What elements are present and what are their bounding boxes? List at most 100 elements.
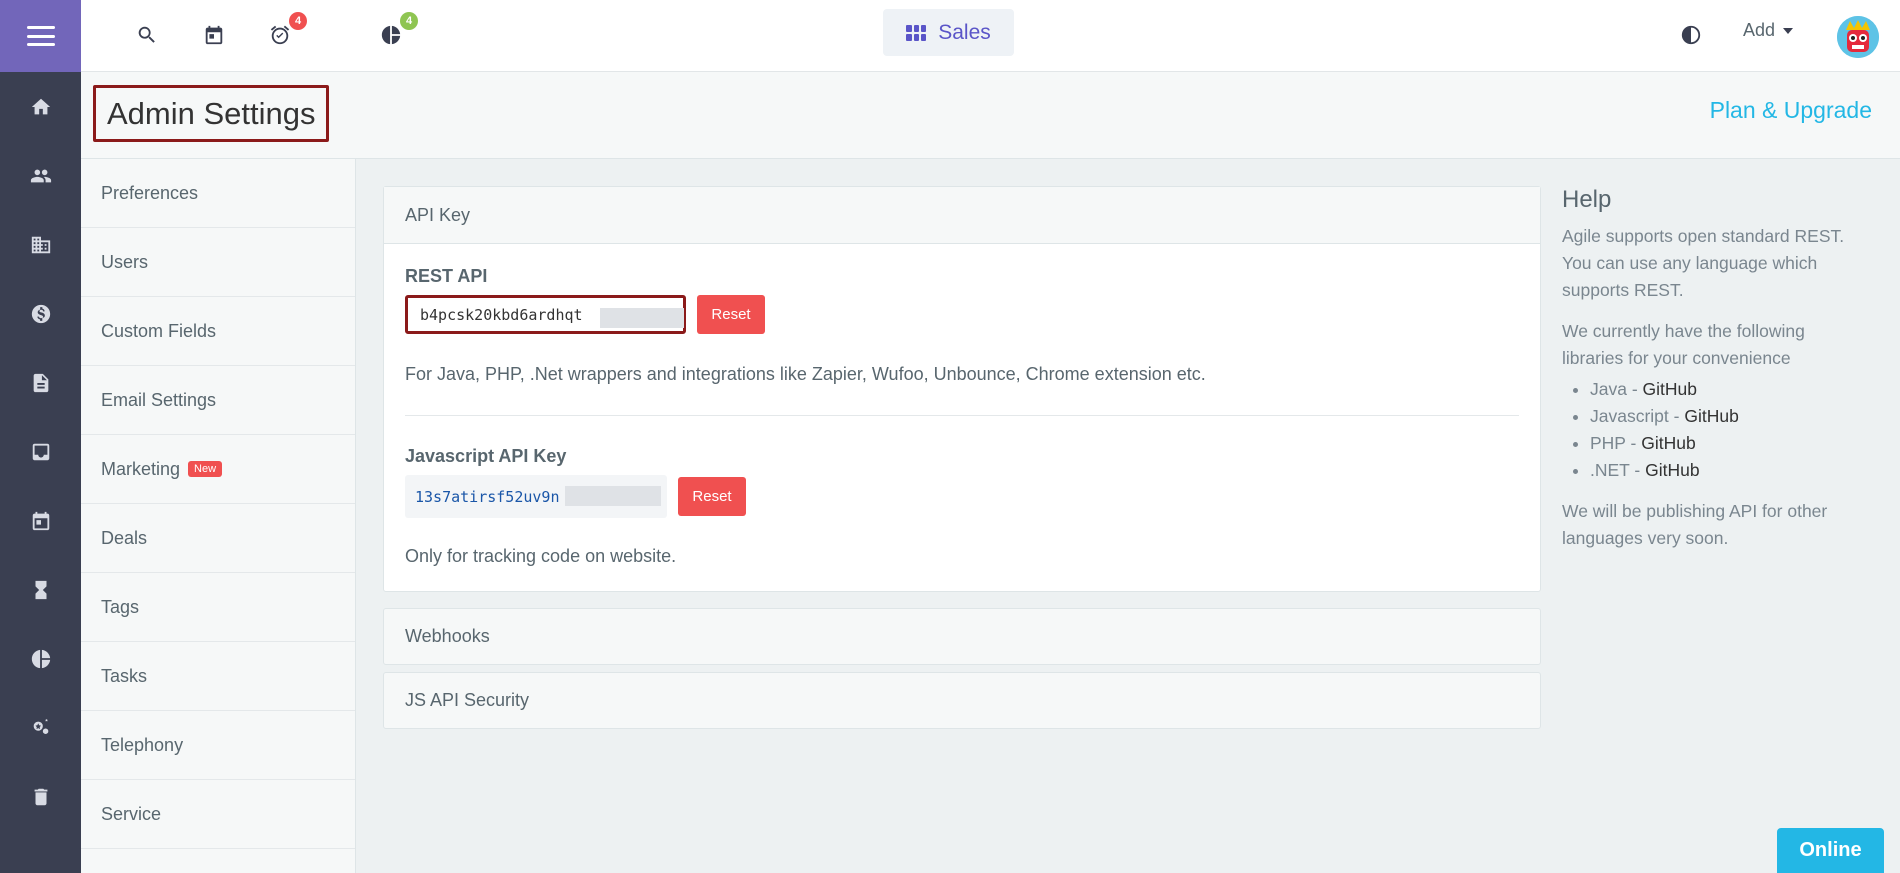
document-icon [33,373,48,392]
github-link[interactable]: GitHub [1641,433,1695,453]
settings-nav-email-settings[interactable]: Email Settings [81,366,355,435]
nav-label: Custom Fields [101,320,217,341]
github-link[interactable]: GitHub [1645,460,1699,480]
js-api-description: Only for tracking code on website. [405,546,677,566]
settings-nav-telephony[interactable]: Telephony [81,711,355,780]
rail-trash[interactable] [0,762,81,831]
library-list: Java - GitHub Javascript - GitHub PHP - … [1590,376,1862,484]
rail-contacts[interactable] [0,141,81,210]
help-title: Help [1562,186,1612,213]
grid-icon [906,24,927,41]
avatar[interactable] [1837,16,1879,58]
library-language: .NET [1590,460,1630,480]
rail-documents[interactable] [0,348,81,417]
js-api-key-field[interactable]: 13s7atirsf52uv9n [405,475,667,518]
help-section: Help Agile supports open standard REST. … [1562,186,1862,566]
nav-label: Email Settings [101,389,217,410]
rail-reports[interactable] [0,624,81,693]
reports-button[interactable]: 4 [374,12,418,52]
contrast-icon [1681,25,1701,45]
calendar-button[interactable] [197,18,231,52]
js-api-security-panel[interactable]: JS API Security [383,672,1541,729]
js-api-label: Javascript API Key [405,446,567,466]
alarm-check-icon [270,25,290,45]
js-reset-button[interactable]: Reset [678,477,746,516]
settings-nav-service[interactable]: Service [81,780,355,849]
redacted-mask [600,308,684,328]
online-status-button[interactable]: Online [1777,828,1884,873]
api-key-panel: API Key REST API b4pcsk20kbd6ardhqt Rese… [383,186,1541,592]
rest-api-label: REST API [405,266,488,286]
help-paragraph: Agile supports open standard REST. You c… [1562,226,1845,300]
panel-heading: JS API Security [405,690,530,710]
nav-label: Marketing [101,458,181,479]
webhooks-panel[interactable]: Webhooks [383,608,1541,665]
settings-nav-preferences[interactable]: Preferences [81,159,355,228]
github-link[interactable]: GitHub [1643,379,1697,399]
dollar-circle-icon [31,304,50,323]
library-item: Java - GitHub [1590,376,1862,403]
library-item: Javascript - GitHub [1590,403,1862,430]
rail-deals[interactable] [0,279,81,348]
page-title: Admin Settings [107,95,316,131]
settings-nav-users[interactable]: Users [81,228,355,297]
nav-label: Tags [101,596,140,617]
rail-calendar[interactable] [0,486,81,555]
settings-nav-tags[interactable]: Tags [81,573,355,642]
rail-settings[interactable] [0,693,81,762]
caret-down-icon [1783,27,1794,34]
separator: - [1629,460,1646,480]
rest-api-description: For Java, PHP, .Net wrappers and integra… [405,364,1206,384]
reminders-button[interactable]: 4 [263,12,307,52]
rail-inbox[interactable] [0,417,81,486]
nav-label: Telephony [101,734,184,755]
panel-heading: API Key [405,204,471,225]
nav-label: Users [101,251,149,272]
module-label: Sales [938,20,991,44]
library-language: Java [1590,379,1627,399]
nav-label: Tasks [101,665,148,686]
separator: - [1626,379,1643,399]
rail-companies[interactable] [0,210,81,279]
calendar-icon [205,25,223,45]
help-paragraph: We currently have the following librarie… [1562,321,1805,368]
separator: - [1668,406,1685,426]
rest-api-key-field[interactable]: b4pcsk20kbd6ardhqt [405,295,686,334]
nav-label: Deals [101,527,148,548]
rest-api-key-value: b4pcsk20kbd6ardhqt [420,305,583,324]
settings-nav-deals[interactable]: Deals [81,504,355,573]
settings-nav-tasks[interactable]: Tasks [81,642,355,711]
library-language: PHP [1590,433,1626,453]
inbox-icon [32,443,49,460]
hamburger-icon [26,26,55,46]
home-icon [31,98,50,114]
settings-nav-custom-fields[interactable]: Custom Fields [81,297,355,366]
plan-upgrade-link[interactable]: Plan & Upgrade [1710,97,1872,124]
calendar-icon [32,511,49,530]
rest-reset-button[interactable]: Reset [697,295,765,334]
redacted-mask [565,486,661,506]
add-dropdown[interactable]: Add [1743,20,1794,41]
hourglass-icon [35,580,46,599]
github-link[interactable]: GitHub [1684,406,1738,426]
add-label: Add [1743,20,1776,40]
top-bar: 4 4 Sales Add [81,0,1900,72]
search-button[interactable] [130,18,164,52]
nav-label: Service [101,803,162,824]
rail-activities[interactable] [0,555,81,624]
pie-chart-icon [31,649,50,668]
gears-icon [33,718,48,734]
reminders-badge: 4 [289,12,307,30]
theme-toggle-button[interactable] [1674,18,1708,52]
api-key-panel-header[interactable]: API Key [384,187,1540,244]
new-badge: New [188,461,223,477]
settings-nav: Preferences Users Custom Fields Email Se… [81,159,356,873]
search-icon [138,26,155,43]
js-api-key-value: 13s7atirsf52uv9n [415,487,560,506]
reports-badge: 4 [400,12,418,30]
pie-chart-icon [381,25,401,45]
settings-nav-marketing[interactable]: Marketing New [81,435,355,504]
module-switcher[interactable]: Sales [883,9,1014,56]
rail-home[interactable] [0,72,81,141]
menu-toggle-button[interactable] [0,0,81,72]
